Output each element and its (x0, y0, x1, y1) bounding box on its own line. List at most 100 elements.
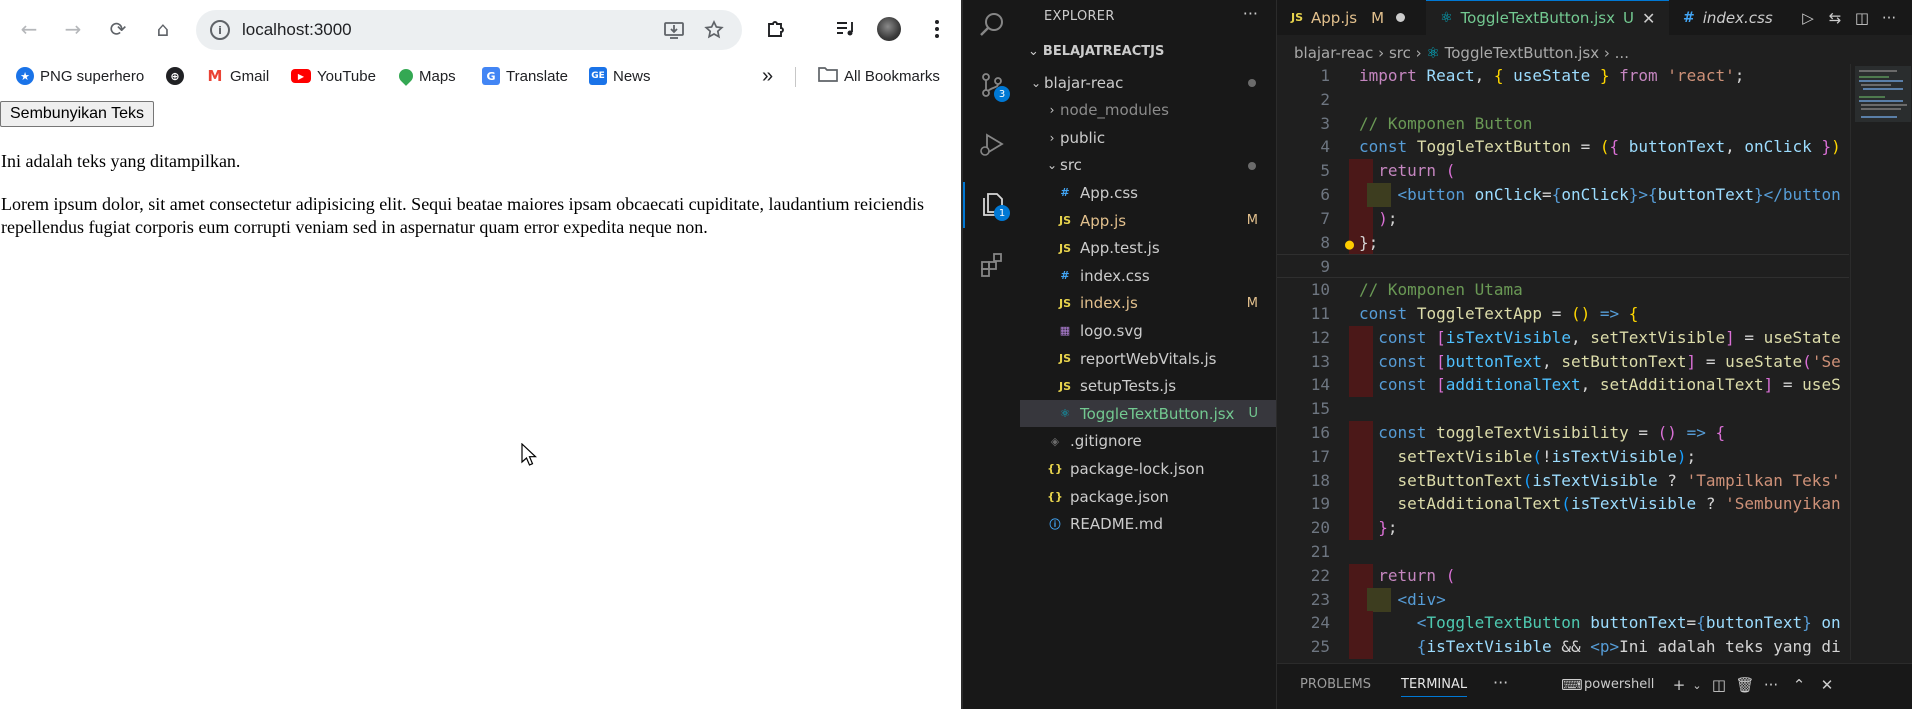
source-control-icon[interactable]: 3 (972, 65, 1012, 105)
profile-avatar[interactable] (877, 17, 901, 41)
site-info-icon[interactable]: i (210, 20, 230, 40)
tree-item-reportwebvitals-js[interactable]: JS reportWebVitals.js (1020, 345, 1276, 372)
media-controls-icon[interactable] (831, 14, 861, 44)
panel-more-button[interactable]: ··· (1493, 673, 1508, 692)
toggle-text-button[interactable]: Sembunyikan Teks (0, 101, 154, 127)
address-bar[interactable]: i localhost:3000 (196, 10, 742, 50)
reload-button[interactable]: ⟳ (103, 14, 133, 44)
minimap-slider[interactable] (1855, 66, 1911, 122)
bookmark-star-icon[interactable] (702, 18, 726, 42)
close-tab-icon[interactable]: ✕ (1642, 9, 1655, 28)
explorer-icon[interactable]: 1 (972, 184, 1012, 224)
code-line[interactable]: 15 (1277, 397, 1849, 421)
tree-item-toggletextbutton-jsx[interactable]: ⚛ ToggleTextButton.jsx U (1020, 400, 1276, 428)
code-line[interactable]: 25 {isTextVisible && <p>Ini adalah teks … (1277, 635, 1849, 660)
breadcrumb-file[interactable]: ToggleTextButton.jsx (1445, 44, 1599, 62)
code-line[interactable]: 9 (1277, 254, 1849, 279)
tree-item-package-lock-json[interactable]: {} package-lock.json (1020, 455, 1276, 482)
code-line[interactable]: 5 return ( (1277, 159, 1849, 184)
bookmark-png-superhero[interactable]: ★ PNG superhero (16, 65, 144, 87)
breadcrumb-folder[interactable]: blajar-reac (1294, 44, 1373, 62)
code-line[interactable]: 21 (1277, 540, 1849, 564)
chevron-down-icon[interactable]: ⌄ (1687, 675, 1707, 695)
code-line[interactable]: 6 <button onClick={onClick}>{buttonText}… (1277, 183, 1849, 207)
browser-menu-icon[interactable] (922, 14, 952, 44)
code-line[interactable]: 17 setTextVisible(!isTextVisible); (1277, 444, 1849, 469)
tree-item-package-json[interactable]: {} package.json (1020, 483, 1276, 510)
tab-toggle-text-button[interactable]: ⚛ ToggleTextButton.jsx U ✕ (1426, 0, 1669, 35)
code-line[interactable]: 13 const [buttonText, setButtonText] = u… (1277, 349, 1849, 374)
bookmark-gmail[interactable]: M Gmail (206, 65, 269, 87)
code-line[interactable]: 23 <div> (1277, 587, 1849, 612)
split-editor-icon[interactable]: ◫ (1852, 8, 1872, 28)
code-line[interactable]: 3 // Komponen Button (1277, 112, 1849, 136)
tree-item-node-modules[interactable]: › node_modules (1020, 97, 1276, 124)
bookmark-globe[interactable]: ⊕ (166, 65, 184, 87)
tree-item-readme-md[interactable]: ⓘ README.md (1020, 511, 1276, 538)
forward-button[interactable]: → (58, 14, 88, 44)
breadcrumb-symbol[interactable]: ... (1615, 44, 1629, 62)
tree-item-public[interactable]: › public (1020, 124, 1276, 151)
bookmark-translate[interactable]: G Translate (482, 65, 568, 87)
panel-more-icon[interactable]: ··· (1761, 675, 1781, 695)
tree-item-app-css[interactable]: # App.css (1020, 179, 1276, 206)
workspace-root[interactable]: ⌄ BELAJATREACTJS (1028, 44, 1164, 59)
maximize-panel-icon[interactable]: ⌃ (1789, 675, 1809, 695)
address-url[interactable]: localhost:3000 (242, 20, 352, 40)
bookmark-maps[interactable]: Maps (396, 65, 456, 87)
tree-item-src[interactable]: ⌄ src (1020, 152, 1276, 179)
trash-icon[interactable]: 🗑 (1735, 675, 1755, 695)
editor-more-icon[interactable]: ··· (1879, 8, 1899, 28)
back-button[interactable]: ← (14, 14, 44, 44)
install-app-icon[interactable] (662, 18, 686, 42)
code-line[interactable]: 4 const ToggleTextButton = ({ buttonText,… (1277, 135, 1849, 159)
code-line[interactable]: 1 import React, { useState } from 'react'… (1277, 64, 1849, 88)
tab-problems[interactable]: PROBLEMS (1300, 677, 1371, 692)
code-line[interactable]: 12 const [isTextVisible, setTextVisible]… (1277, 325, 1849, 350)
run-icon[interactable]: ▷ (1798, 8, 1818, 28)
tree-item-index-css[interactable]: # index.css (1020, 262, 1276, 289)
code-line[interactable]: 22 return ( (1277, 563, 1849, 588)
tree-item-index-js[interactable]: JS index.js M (1020, 290, 1276, 317)
extensions-icon[interactable] (761, 14, 791, 44)
bookmark-news[interactable]: GE News (589, 65, 651, 87)
tab-terminal[interactable]: TERMINAL (1401, 677, 1468, 697)
code-line[interactable]: 19 setAdditionalText(isTextVisible ? 'Se… (1277, 492, 1849, 517)
tree-item-setuptests-js[interactable]: JS setupTests.js (1020, 373, 1276, 400)
tab-index-css[interactable]: # index.css (1669, 0, 1789, 35)
search-icon[interactable] (972, 4, 1012, 44)
code-line[interactable]: 11 const ToggleTextApp = () => { (1277, 302, 1849, 326)
tab-app-js[interactable]: JS App.js M (1277, 0, 1426, 35)
open-changes-icon[interactable]: ⇆ (1825, 8, 1845, 28)
code-line[interactable]: 2 (1277, 88, 1849, 112)
tree-item-app-test-js[interactable]: JS App.test.js (1020, 235, 1276, 262)
tree-item-app-js[interactable]: JS App.js M (1020, 207, 1276, 234)
home-button[interactable]: ⌂ (148, 14, 178, 44)
explorer-more-button[interactable]: ··· (1243, 4, 1258, 23)
bookmark-youtube[interactable]: ▶ YouTube (291, 65, 376, 87)
code-line[interactable]: 14 const [additionalText, setAdditionalT… (1277, 373, 1849, 398)
tree-item-blajar-reac[interactable]: ⌄ blajar-reac (1020, 69, 1276, 96)
run-debug-icon[interactable] (972, 124, 1012, 164)
unsaved-dot-icon[interactable] (1396, 13, 1406, 22)
code-line[interactable]: 10 // Komponen Utama (1277, 278, 1849, 302)
minimap[interactable] (1850, 64, 1912, 660)
code-line[interactable]: 20 }; (1277, 516, 1849, 541)
code-line[interactable]: 16 const toggleTextVisibility = () => { (1277, 421, 1849, 445)
lightbulb-icon[interactable]: ● (1345, 232, 1354, 256)
code-line[interactable]: 8}; ● (1277, 230, 1849, 256)
bookmarks-overflow-button[interactable]: » (762, 65, 773, 87)
code-editor[interactable]: 1 import React, { useState } from 'react'… (1277, 64, 1849, 660)
tree-item-logo-svg[interactable]: ▦ logo.svg (1020, 317, 1276, 344)
new-terminal-icon[interactable]: + (1669, 675, 1689, 695)
close-panel-icon[interactable]: ✕ (1817, 675, 1837, 695)
code-line[interactable]: 24 <ToggleTextButton buttonText={buttonT… (1277, 611, 1849, 636)
breadcrumb-folder[interactable]: src (1389, 44, 1411, 62)
code-line[interactable]: 18 setButtonText(isTextVisible ? 'Tampil… (1277, 468, 1849, 493)
all-bookmarks-button[interactable]: All Bookmarks (818, 65, 940, 87)
terminal-shell-label[interactable]: powershell (1584, 677, 1654, 692)
tree-item-gitignore[interactable]: ◈ .gitignore (1020, 428, 1276, 455)
split-terminal-icon[interactable]: ◫ (1709, 675, 1729, 695)
extensions-icon[interactable] (972, 245, 1012, 285)
code-line[interactable]: 7 ); (1277, 206, 1849, 231)
